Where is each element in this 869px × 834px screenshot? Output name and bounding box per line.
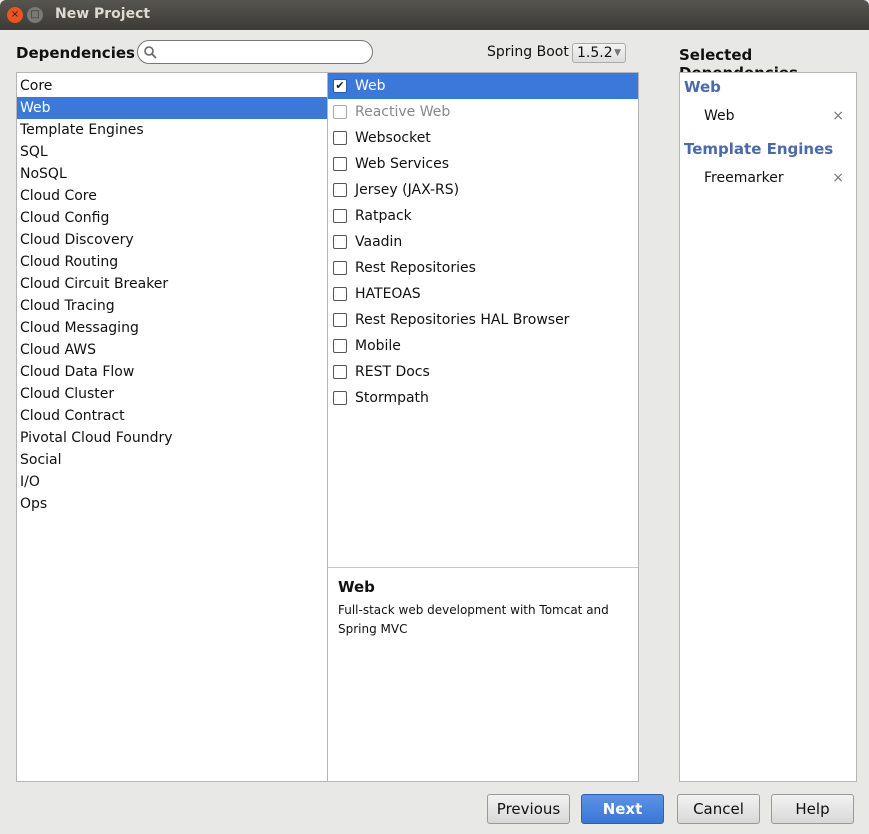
dependency-item[interactable]: Ratpack xyxy=(328,203,638,229)
dependencies-label: Dependencies xyxy=(16,44,135,62)
dependency-label: Vaadin xyxy=(355,234,403,250)
dependency-item[interactable]: REST Docs xyxy=(328,359,638,385)
selected-item-label: Web xyxy=(704,108,735,124)
dependency-list: ✔ Web Reactive Web Websocket Web Services Jer… xyxy=(328,73,638,411)
category-item[interactable]: Cloud Contract xyxy=(17,405,327,427)
dependency-label: Web xyxy=(355,78,386,94)
category-list: Core Web Template Engines SQL NoSQL Cloud Cor… xyxy=(16,72,328,782)
checkbox[interactable] xyxy=(333,131,347,145)
checkbox[interactable] xyxy=(333,339,347,353)
category-item[interactable]: Cloud Circuit Breaker xyxy=(17,273,327,295)
dependency-item[interactable]: Reactive Web xyxy=(328,99,638,125)
version-value: 1.5.2 xyxy=(577,45,613,61)
category-item[interactable]: Social xyxy=(17,449,327,471)
title-bar: × □ New Project xyxy=(0,0,869,30)
help-button[interactable]: Help xyxy=(771,794,854,824)
dependency-label: HATEOAS xyxy=(355,286,421,302)
dependency-panel: ✔ Web Reactive Web Websocket Web Services Jer… xyxy=(327,72,639,782)
checkbox[interactable] xyxy=(333,235,347,249)
search-input[interactable] xyxy=(137,40,373,64)
category-item[interactable]: Cloud AWS xyxy=(17,339,327,361)
dependency-label: Jersey (JAX-RS) xyxy=(355,182,460,198)
category-item[interactable]: Ops xyxy=(17,493,327,515)
checkbox[interactable] xyxy=(333,157,347,171)
close-icon[interactable]: × xyxy=(7,7,23,23)
checkbox[interactable] xyxy=(333,183,347,197)
dependency-item[interactable]: Websocket xyxy=(328,125,638,151)
dependency-label: Mobile xyxy=(355,338,401,354)
cancel-button[interactable]: Cancel xyxy=(677,794,760,824)
dependency-label: Rest Repositories HAL Browser xyxy=(355,312,570,328)
previous-button[interactable]: Previous xyxy=(487,794,570,824)
dependency-item[interactable]: Jersey (JAX-RS) xyxy=(328,177,638,203)
dependency-label: Stormpath xyxy=(355,390,429,406)
category-item[interactable]: Template Engines xyxy=(17,119,327,141)
checkbox[interactable] xyxy=(333,209,347,223)
description-panel: Web Full-stack web development with Tomc… xyxy=(328,567,638,649)
checkbox[interactable] xyxy=(333,313,347,327)
selected-item: Web × xyxy=(680,102,856,130)
spring-boot-label: Spring Boot xyxy=(487,44,569,60)
selected-item: Freemarker × xyxy=(680,164,856,192)
checkbox[interactable] xyxy=(333,261,347,275)
checkbox[interactable] xyxy=(333,391,347,405)
category-item[interactable]: Cloud Config xyxy=(17,207,327,229)
category-item[interactable]: Cloud Tracing xyxy=(17,295,327,317)
checkbox[interactable] xyxy=(333,365,347,379)
next-button[interactable]: Next xyxy=(581,794,664,824)
dependency-item[interactable]: Stormpath xyxy=(328,385,638,411)
selected-dependencies-panel: Web Web × Template Engines Freemarker × xyxy=(679,72,857,782)
category-item[interactable]: Cloud Routing xyxy=(17,251,327,273)
category-item[interactable]: I/O xyxy=(17,471,327,493)
selected-group-title: Template Engines xyxy=(684,140,834,158)
search-icon xyxy=(144,46,157,59)
checkbox[interactable] xyxy=(333,105,347,119)
selected-item-label: Freemarker xyxy=(704,170,784,186)
category-item[interactable]: NoSQL xyxy=(17,163,327,185)
chevron-down-icon: ▼ xyxy=(614,48,621,58)
dependency-item[interactable]: Web Services xyxy=(328,151,638,177)
category-item[interactable]: Web xyxy=(17,97,327,119)
dependency-label: Ratpack xyxy=(355,208,412,224)
dependency-label: Reactive Web xyxy=(355,104,451,120)
window-title: New Project xyxy=(55,6,151,22)
category-item[interactable]: Cloud Messaging xyxy=(17,317,327,339)
dependency-item[interactable]: Vaadin xyxy=(328,229,638,255)
category-item[interactable]: Pivotal Cloud Foundry xyxy=(17,427,327,449)
category-item[interactable]: SQL xyxy=(17,141,327,163)
spring-boot-version-select[interactable]: 1.5.2 ▼ xyxy=(572,43,626,63)
dependency-item[interactable]: HATEOAS xyxy=(328,281,638,307)
category-item[interactable]: Cloud Discovery xyxy=(17,229,327,251)
dependency-item[interactable]: Rest Repositories HAL Browser xyxy=(328,307,638,333)
dependency-label: Rest Repositories xyxy=(355,260,476,276)
dependency-item[interactable]: Mobile xyxy=(328,333,638,359)
minimize-icon[interactable]: □ xyxy=(27,7,43,23)
category-item[interactable]: Cloud Cluster xyxy=(17,383,327,405)
category-item[interactable]: Cloud Core xyxy=(17,185,327,207)
description-text: Full-stack web development with Tomcat a… xyxy=(338,603,609,636)
dependency-item[interactable]: Rest Repositories xyxy=(328,255,638,281)
checkbox[interactable] xyxy=(333,287,347,301)
dependency-item[interactable]: ✔ Web xyxy=(328,73,638,99)
dependency-label: Web Services xyxy=(355,156,450,172)
category-item[interactable]: Cloud Data Flow xyxy=(17,361,327,383)
description-title: Web xyxy=(338,578,375,596)
dependency-label: REST Docs xyxy=(355,364,430,380)
selected-group-title: Web xyxy=(684,78,721,96)
remove-icon[interactable]: × xyxy=(832,164,844,192)
category-item[interactable]: Core xyxy=(17,75,327,97)
dependency-label: Websocket xyxy=(355,130,431,146)
remove-icon[interactable]: × xyxy=(832,102,844,130)
checkbox[interactable]: ✔ xyxy=(333,79,347,93)
